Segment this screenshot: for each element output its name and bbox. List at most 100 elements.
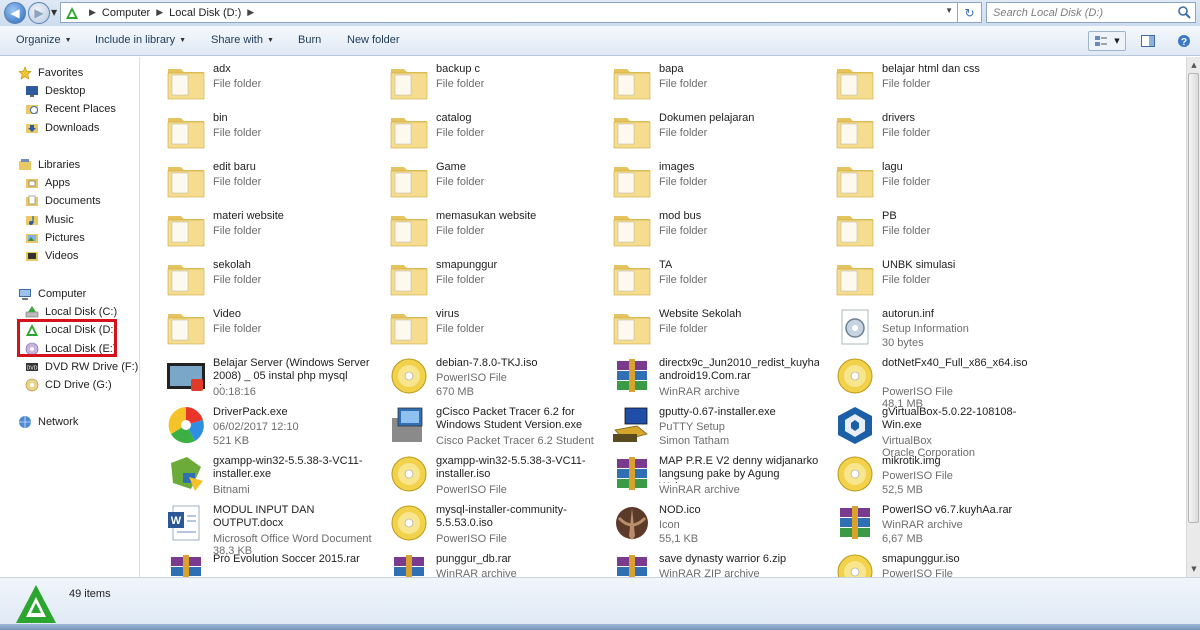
file-item[interactable]: dotNetFx40_Full_x86_x64.iso PowerISO File…	[820, 351, 1040, 410]
file-item[interactable]: images File folder	[597, 155, 817, 203]
search-input[interactable]	[987, 3, 1173, 22]
nav-libraries[interactable]: Libraries	[18, 156, 80, 173]
navigation-pane: Favorites Desktop Recent Places Download…	[0, 57, 140, 577]
file-item[interactable]: virus File folder	[374, 302, 594, 350]
file-item[interactable]: bin File folder	[151, 106, 371, 154]
file-item[interactable]: mod bus File folder	[597, 204, 817, 252]
file-item[interactable]: NOD.ico Icon 55,1 KB	[597, 498, 817, 546]
nav-label: Desktop	[45, 84, 86, 97]
address-history-dropdown[interactable]: ▼	[945, 6, 953, 15]
file-detail: File folder	[659, 176, 708, 188]
breadcrumb-chevron-icon[interactable]: ▶	[156, 7, 163, 18]
file-item[interactable]: memasukan website File folder	[374, 204, 594, 252]
file-detail: File folder	[213, 323, 262, 335]
file-item[interactable]: MAP P.R.E V2 denny widjanarko langsung p…	[597, 449, 818, 497]
file-item[interactable]: W MODUL INPUT DAN OUTPUT.docx Microsoft Of…	[151, 498, 372, 557]
nav-label: Local Disk (C:)	[45, 305, 118, 318]
file-item[interactable]: smapunggur.iso PowerISO File	[820, 547, 1040, 577]
scroll-thumb[interactable]	[1188, 73, 1199, 523]
file-item[interactable]: TA File folder	[597, 253, 817, 301]
help-button[interactable]: ?	[1172, 31, 1196, 51]
nav-local-disk-c[interactable]: Local Disk (C:)	[25, 303, 117, 320]
file-item[interactable]: edit baru File folder	[151, 155, 371, 203]
nav-favorites[interactable]: Favorites	[18, 64, 83, 81]
burn-button[interactable]: Burn	[298, 34, 321, 46]
file-item[interactable]: debian-7.8.0-TKJ.iso PowerISO File 670 MB	[374, 351, 594, 399]
file-name: virus	[436, 308, 460, 320]
file-name: MODUL INPUT DAN OUTPUT.docx	[213, 504, 315, 529]
nav-music[interactable]: Music	[25, 211, 74, 228]
svg-text:?: ?	[1181, 37, 1187, 48]
file-item[interactable]: punggur_db.rar WinRAR archive	[374, 547, 594, 577]
file-item[interactable]: Belajar Server (Windows Server 2008) _ 0…	[151, 351, 371, 399]
nav-computer[interactable]: Computer	[18, 285, 86, 302]
nav-recent-places[interactable]: Recent Places	[25, 100, 116, 117]
file-item[interactable]: save dynasty warrior 6.zip WinRAR ZIP arc…	[597, 547, 817, 577]
organize-button[interactable]: Organize ▼	[16, 34, 72, 46]
address-bar[interactable]: ▶ Computer ▶ Local Disk (D:) ▶ ▼	[60, 2, 958, 23]
nav-desktop[interactable]: Desktop	[25, 82, 85, 99]
file-item[interactable]: Dokumen pelajaran File folder	[597, 106, 817, 154]
breadcrumb-local-disk-d[interactable]: Local Disk (D:)	[169, 7, 241, 19]
nav-label: Videos	[45, 249, 79, 262]
file-item[interactable]: mikrotik.img PowerISO File 52,5 MB	[820, 449, 1040, 497]
scroll-up-arrow-icon[interactable]: ▲	[1187, 57, 1200, 73]
nav-pictures[interactable]: Pictures	[25, 229, 85, 246]
file-item[interactable]: gCisco Packet Tracer 6.2 for Windows Stu…	[374, 400, 596, 448]
file-detail: File folder	[436, 127, 485, 139]
recent-pages-dropdown[interactable]: ▼	[51, 8, 57, 17]
search-icon[interactable]	[1177, 5, 1191, 19]
back-button[interactable]: ◀	[4, 2, 26, 24]
item-count: 49 items	[69, 588, 111, 600]
scroll-down-arrow-icon[interactable]: ▼	[1187, 561, 1200, 577]
share-with-button[interactable]: Share with ▼	[211, 34, 274, 46]
file-item[interactable]: sekolah File folder	[151, 253, 371, 301]
file-item[interactable]: bapa File folder	[597, 57, 817, 105]
file-item[interactable]: gputty-0.67-installer.exe PuTTY Setup Simo…	[597, 400, 817, 448]
file-item[interactable]: PowerISO v6.7.kuyhAa.rar WinRAR archive 6,…	[820, 498, 1040, 546]
file-item[interactable]: UNBK simulasi File folder	[820, 253, 1040, 301]
change-view-button[interactable]: ▼	[1088, 31, 1126, 51]
file-item[interactable]: gxampp-win32-5.5.38-3-VC11-installer.iso…	[374, 449, 594, 497]
vertical-scrollbar[interactable]: ▲ ▼	[1186, 57, 1200, 577]
file-item[interactable]: PB File folder	[820, 204, 1040, 252]
nav-downloads[interactable]: Downloads	[25, 119, 99, 136]
file-item[interactable]: autorun.inf Setup Information 30 bytes	[820, 302, 1040, 350]
file-item[interactable]: catalog File folder	[374, 106, 594, 154]
nav-dvd-drive[interactable]: DVD DVD RW Drive (F:) D	[25, 358, 139, 375]
file-item[interactable]: drivers File folder	[820, 106, 1040, 154]
file-item[interactable]: Pro Evolution Soccer 2015.rarWinRAR arch…	[151, 547, 371, 577]
file-item[interactable]: gVirtualBox-5.0.22-108108-Win.exe Virtual…	[820, 400, 1040, 459]
file-item[interactable]: Game File folder	[374, 155, 594, 203]
new-folder-button[interactable]: New folder	[347, 34, 400, 46]
file-item[interactable]: belajar html dan css File folder	[820, 57, 1040, 105]
file-item[interactable]: DriverPack.exe 06/02/2017 12:10 521 KB	[151, 400, 371, 448]
file-item[interactable]: directx9c_Jun2010_redist_kuyhaa-android1…	[597, 351, 819, 399]
file-item[interactable]: smapunggur File folder	[374, 253, 594, 301]
breadcrumb-computer[interactable]: Computer	[102, 7, 150, 19]
folder-icon	[611, 110, 653, 152]
nav-network[interactable]: Network	[18, 413, 78, 430]
file-item[interactable]: gxampp-win32-5.5.38-3-VC11-installer.exe…	[151, 449, 371, 497]
nav-apps[interactable]: Apps	[25, 174, 70, 191]
nav-videos[interactable]: Videos	[25, 247, 78, 264]
file-item[interactable]: mysql-installer-community-5.5.53.0.iso Po…	[374, 498, 594, 546]
forward-button[interactable]: ▶	[28, 2, 50, 24]
preview-pane-button[interactable]	[1136, 31, 1160, 51]
file-item[interactable]: backup c File folder	[374, 57, 594, 105]
xampp-installer-icon	[165, 453, 207, 495]
file-item[interactable]: materi website File folder	[151, 204, 371, 252]
nav-label: Music	[45, 213, 74, 226]
breadcrumb-chevron-icon[interactable]: ▶	[247, 7, 254, 18]
file-item[interactable]: Video File folder	[151, 302, 371, 350]
file-item[interactable]: lagu File folder	[820, 155, 1040, 203]
file-item[interactable]: adx File folder	[151, 57, 371, 105]
breadcrumb-chevron-icon[interactable]: ▶	[89, 7, 96, 18]
file-detail-secondary: 30 bytes	[882, 337, 924, 349]
nav-cd-drive[interactable]: CD Drive (G:)	[25, 376, 112, 393]
nav-documents[interactable]: Documents	[25, 192, 101, 209]
file-name: memasukan website	[436, 210, 537, 222]
refresh-button[interactable]: ↻	[958, 2, 982, 23]
file-item[interactable]: Website Sekolah File folder	[597, 302, 817, 350]
include-in-library-button[interactable]: Include in library ▼	[95, 34, 186, 46]
